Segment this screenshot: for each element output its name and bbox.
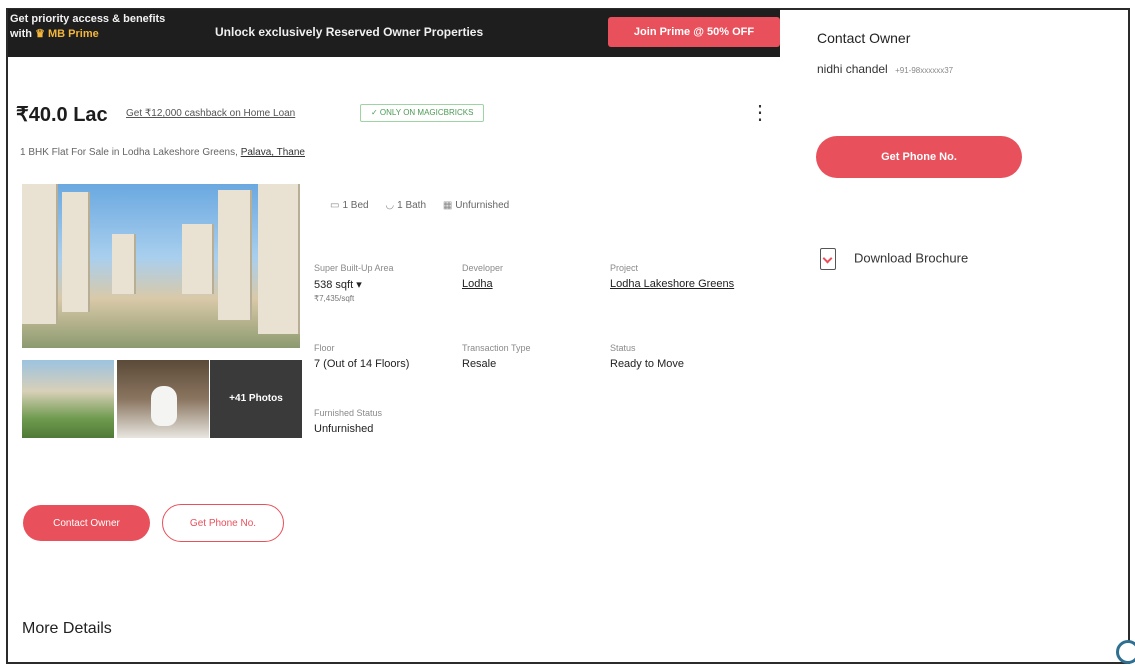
detail-developer: Developer Lodha: [462, 263, 503, 290]
contact-owner-heading: Contact Owner: [817, 30, 911, 46]
owner-phone-masked: +91-98xxxxxx37: [895, 66, 954, 75]
prime-brand: MB Prime: [48, 28, 99, 40]
detail-value: Ready to Move: [610, 358, 684, 370]
developer-link[interactable]: Lodha: [462, 278, 503, 290]
sidebar-get-phone-button[interactable]: Get Phone No.: [816, 136, 1022, 178]
download-brochure-link[interactable]: Download Brochure: [820, 248, 968, 270]
detail-label: Status: [610, 343, 636, 353]
detail-label: Developer: [462, 263, 504, 273]
photo-building: [182, 224, 214, 294]
pdf-download-icon: [820, 248, 836, 270]
prime-lead-prefix: with: [10, 28, 32, 40]
fact-beds: ▭ 1 Bed: [330, 200, 369, 211]
detail-status: Status Ready to Move: [610, 343, 684, 370]
bath-icon: ◡: [385, 200, 395, 211]
listing-price: ₹40.0 Lac: [16, 104, 108, 126]
photo-building: [258, 184, 300, 334]
detail-label: Transaction Type: [462, 343, 531, 353]
detail-area: Super Built-Up Area 538 sqft ▾ ₹7,435/sq…: [314, 263, 394, 303]
chat-icon[interactable]: [1116, 640, 1135, 664]
detail-project: Project Lodha Lakeshore Greens: [610, 263, 734, 290]
more-options-icon[interactable]: ⋮: [750, 100, 770, 125]
prime-headline: Unlock exclusively Reserved Owner Proper…: [215, 25, 484, 39]
photo-thumbnail[interactable]: [22, 360, 114, 438]
owner-info: nidhi chandel +91-98xxxxxx37: [817, 62, 953, 76]
detail-label: Floor: [314, 343, 335, 353]
detail-rate: ₹7,435/sqft: [314, 294, 355, 303]
photo-building: [22, 184, 58, 324]
listing-location-link[interactable]: Palava, Thane: [241, 147, 305, 158]
detail-value: 538 sqft ▾: [314, 279, 362, 291]
join-prime-button[interactable]: Join Prime @ 50% OFF: [608, 17, 780, 47]
detail-value: Resale: [462, 358, 497, 370]
detail-value: 7 (Out of 14 Floors): [314, 358, 410, 370]
listing-title: 1 BHK Flat For Sale in Lodha Lakeshore G…: [20, 147, 305, 158]
prime-banner[interactable]: Get priority access & benefits with ♛ MB…: [8, 9, 780, 57]
cashback-link[interactable]: Get ₹12,000 cashback on Home Loan: [126, 108, 295, 119]
fact-furnishing: ▦ Unfurnished: [442, 200, 510, 211]
prime-lead-line1: Get priority access & benefits: [10, 13, 166, 25]
brochure-label: Download Brochure: [854, 250, 969, 266]
contact-owner-button[interactable]: Contact Owner: [23, 505, 150, 541]
furnishing-icon: ▦: [442, 200, 453, 211]
main-property-photo[interactable]: [22, 184, 300, 348]
detail-label: Project: [610, 263, 639, 273]
detail-transaction: Transaction Type Resale: [462, 343, 531, 370]
prime-lead-line2: with ♛ MB Prime: [10, 27, 165, 42]
exclusive-badge: ✓ ONLY ON MAGICBRICKS: [360, 104, 485, 122]
fact-baths: ◡ 1 Bath: [385, 200, 427, 211]
quick-facts: ▭ 1 Bed ◡ 1 Bath ▦ Unfurnished: [330, 200, 523, 211]
crown-icon: ♛: [35, 28, 45, 40]
photo-building: [62, 192, 90, 312]
get-phone-button[interactable]: Get Phone No.: [162, 504, 284, 542]
photo-toilet: [151, 386, 177, 426]
detail-label: Super Built-Up Area: [314, 263, 394, 273]
owner-name: nidhi chandel: [817, 62, 888, 76]
bed-icon: ▭: [330, 200, 340, 211]
listing-title-text: 1 BHK Flat For Sale in Lodha Lakeshore G…: [20, 147, 238, 158]
prime-lead-text: Get priority access & benefits with ♛ MB…: [10, 12, 165, 42]
project-link[interactable]: Lodha Lakeshore Greens: [610, 278, 734, 290]
photo-building: [112, 234, 136, 294]
detail-floor: Floor 7 (Out of 14 Floors): [314, 343, 409, 370]
detail-value: Unfurnished: [314, 423, 374, 435]
detail-furnished: Furnished Status Unfurnished: [314, 408, 382, 435]
detail-label: Furnished Status: [314, 408, 383, 418]
more-photos-thumbnail[interactable]: +41 Photos: [210, 360, 302, 438]
more-details-heading: More Details: [22, 620, 112, 637]
photo-building: [218, 190, 252, 320]
photo-thumbnail[interactable]: [117, 360, 209, 438]
